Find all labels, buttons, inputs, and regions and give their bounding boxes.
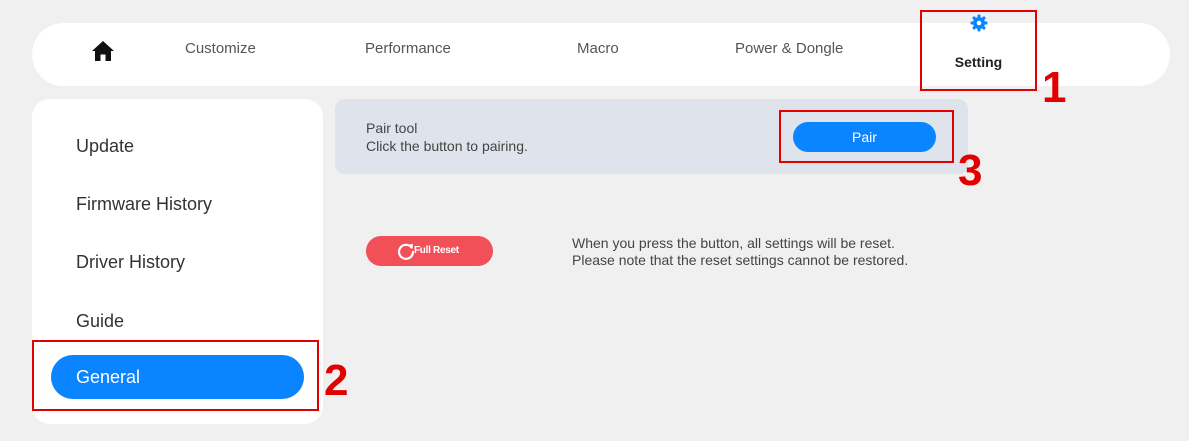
pair-button[interactable]: Pair xyxy=(793,122,936,152)
nav-macro[interactable]: Macro xyxy=(577,40,619,57)
nav-performance[interactable]: Performance xyxy=(365,40,451,57)
refresh-icon xyxy=(396,241,416,261)
sidebar-item-update[interactable]: Update xyxy=(76,136,134,157)
gear-icon xyxy=(970,14,988,32)
annotation-marker-3: 3 xyxy=(958,146,983,195)
sidebar-item-guide[interactable]: Guide xyxy=(76,311,124,332)
reset-note-line1: When you press the button, all settings … xyxy=(572,235,895,251)
pair-tool-title: Pair tool xyxy=(366,120,418,136)
pair-tool-panel: Pair tool Click the button to pairing. P… xyxy=(335,99,968,174)
sidebar-item-firmware-history[interactable]: Firmware History xyxy=(76,194,212,215)
nav-customize[interactable]: Customize xyxy=(185,40,256,57)
nav-power-dongle[interactable]: Power & Dongle xyxy=(735,40,843,57)
annotation-marker-1: 1 xyxy=(1042,63,1067,112)
sidebar-item-general[interactable]: General xyxy=(51,355,304,399)
annotation-marker-2: 2 xyxy=(324,356,349,405)
full-reset-label: Full Reset xyxy=(414,245,459,256)
nav-setting[interactable]: Setting xyxy=(922,11,1035,89)
reset-note-line2: Please note that the reset settings cann… xyxy=(572,252,909,268)
sidebar-item-driver-history[interactable]: Driver History xyxy=(76,252,185,273)
sidebar: Update Firmware History Driver History G… xyxy=(32,99,323,424)
sidebar-item-general-label: General xyxy=(76,367,141,387)
home-icon[interactable] xyxy=(90,39,116,63)
pair-tool-description: Click the button to pairing. xyxy=(366,138,528,154)
full-reset-button[interactable]: Full Reset xyxy=(366,236,493,266)
nav-setting-label: Setting xyxy=(954,54,1003,70)
